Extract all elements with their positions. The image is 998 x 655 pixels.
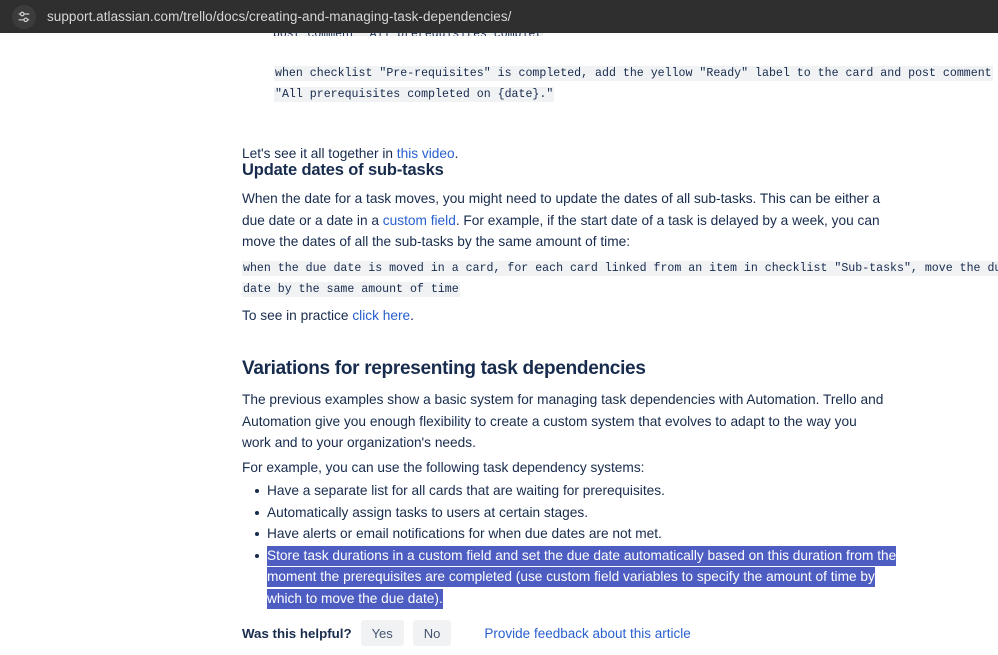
list-item: Have a separate list for all cards that …	[242, 480, 908, 502]
code-line: "All prerequisites completed on {date}."	[274, 87, 555, 102]
subtasks-paragraph: When the date for a task moves, you migh…	[242, 188, 900, 253]
click-here-link[interactable]: click here	[352, 308, 410, 323]
code-line: when the due date is moved in a card, fo…	[242, 261, 998, 276]
practice-sentence-before: To see in practice	[242, 308, 353, 323]
feedback-row: Was this helpful? Yes No Provide feedbac…	[242, 620, 691, 646]
variations-bullet-list: Have a separate list for all cards that …	[242, 480, 908, 609]
video-sentence-after: .	[454, 146, 459, 161]
list-item-text: Have a separate list for all cards that …	[267, 483, 665, 498]
list-item: Have alerts or email notifications for w…	[242, 523, 908, 545]
practice-sentence: To see in practice click here.	[242, 305, 802, 327]
code-line: when checklist "Pre-requisites" is compl…	[274, 66, 993, 81]
sliders-icon[interactable]	[12, 4, 36, 29]
browser-url-bar[interactable]: support.atlassian.com/trello/docs/creati…	[0, 0, 998, 33]
list-item-selected: Store task durations in a custom field a…	[242, 545, 908, 610]
list-item-text: Have alerts or email notifications for w…	[267, 526, 662, 541]
code-block-prerequisites: when checklist "Pre-requisites" is compl…	[274, 63, 993, 105]
code-block-subtasks: when the due date is moved in a card, fo…	[242, 258, 998, 300]
heading-variations: Variations for representing task depende…	[242, 358, 646, 379]
heading-update-dates-of-sub-tasks: Update dates of sub-tasks	[242, 161, 444, 179]
list-item-text: Automatically assign tasks to users at c…	[267, 504, 589, 520]
this-video-link[interactable]: this video	[397, 146, 455, 161]
practice-sentence-after: .	[410, 308, 414, 323]
video-sentence-before: Let's see it all together in	[242, 146, 397, 161]
code-line: date by the same amount of time	[242, 282, 460, 297]
variations-list-intro: For example, you can use the following t…	[242, 460, 645, 475]
provide-feedback-link[interactable]: Provide feedback about this article	[484, 626, 690, 641]
feedback-yes-button[interactable]: Yes	[360, 620, 404, 646]
list-item: Automatically assign tasks to users at c…	[242, 502, 908, 524]
list-item-text-highlighted: Store task durations in a custom field a…	[267, 545, 897, 609]
feedback-label: Was this helpful?	[242, 625, 352, 641]
feedback-no-button[interactable]: No	[412, 620, 452, 646]
article-page: post comment "All prerequisites complete…	[0, 33, 998, 655]
url-text[interactable]: support.atlassian.com/trello/docs/creati…	[47, 9, 511, 24]
custom-field-link[interactable]: custom field	[383, 213, 456, 228]
variations-paragraph: The previous examples show a basic syste…	[242, 392, 884, 450]
clipped-code-line: post comment "All prerequisites complete…	[273, 33, 543, 36]
